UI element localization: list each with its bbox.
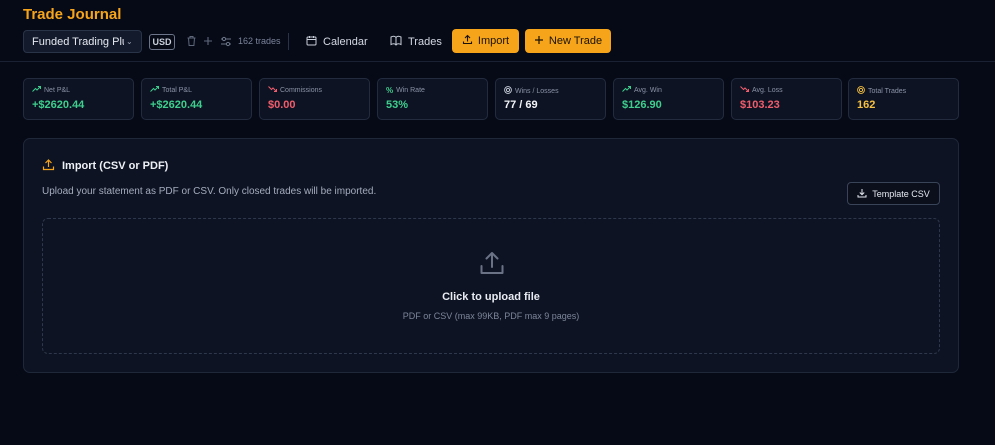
stat-label: Net P&L xyxy=(44,86,71,94)
nav-trades-label: Trades xyxy=(408,35,442,48)
trending-down-icon xyxy=(268,86,277,94)
account-select[interactable]: Funded Trading Plus ⌄ xyxy=(23,30,142,53)
app-title: Trade Journal xyxy=(23,6,122,23)
trending-down-icon xyxy=(740,86,749,94)
trash-icon[interactable] xyxy=(184,34,198,48)
stat-card-commissions: Commissions $0.00 xyxy=(259,78,370,120)
stat-label: Total Trades xyxy=(868,87,907,95)
stat-label: Total P&L xyxy=(162,86,192,94)
import-button-label: Import xyxy=(477,35,510,47)
new-trade-button[interactable]: New Trade xyxy=(525,29,611,53)
stat-card-wins-losses: Wins / Losses 77 / 69 xyxy=(495,78,606,120)
import-panel: Import (CSV or PDF) Upload your statemen… xyxy=(23,138,959,373)
stat-card-total-trades: Total Trades 162 xyxy=(848,78,959,120)
upload-icon xyxy=(42,158,55,174)
header-divider xyxy=(288,33,289,50)
stat-value: $103.23 xyxy=(740,99,780,111)
stat-label: Win Rate xyxy=(396,87,425,94)
upload-icon xyxy=(462,34,473,48)
stat-value: 77 / 69 xyxy=(504,99,538,111)
upload-icon xyxy=(479,250,505,276)
stat-label: Avg. Loss xyxy=(752,86,783,94)
plus-icon[interactable] xyxy=(201,34,215,48)
chevron-down-icon: ⌄ xyxy=(126,37,133,46)
target-icon xyxy=(504,86,512,96)
stat-label: Avg. Win xyxy=(634,86,662,94)
file-dropzone[interactable]: Click to upload file PDF or CSV (max 99K… xyxy=(42,218,940,354)
trade-count: 162 trades xyxy=(238,36,281,46)
book-icon xyxy=(390,35,402,49)
panel-description: Upload your statement as PDF or CSV. Onl… xyxy=(42,186,377,197)
template-csv-button[interactable]: Template CSV xyxy=(847,182,940,205)
stat-card-avg-win: Avg. Win $126.90 xyxy=(613,78,724,120)
stat-label: Commissions xyxy=(280,86,323,94)
stat-value: 162 xyxy=(857,99,876,111)
new-trade-button-label: New Trade xyxy=(548,35,603,47)
stat-card-total-pnl: Total P&L +$2620.44 xyxy=(141,78,252,120)
stat-value: 53% xyxy=(386,99,409,111)
currency-badge[interactable]: USD xyxy=(149,34,175,50)
sliders-icon[interactable] xyxy=(219,34,233,48)
trending-up-icon xyxy=(150,86,159,94)
stat-card-avg-loss: Avg. Loss $103.23 xyxy=(731,78,842,120)
dropzone-title: Click to upload file xyxy=(442,291,540,303)
dropzone-subtitle: PDF or CSV (max 99KB, PDF max 9 pages) xyxy=(402,311,580,321)
target-icon xyxy=(857,86,865,96)
download-icon xyxy=(857,188,867,200)
stat-card-win-rate: % Win Rate 53% xyxy=(377,78,488,120)
stat-value: $126.90 xyxy=(622,99,662,111)
nav-calendar-label: Calendar xyxy=(323,35,368,48)
stat-label: Wins / Losses xyxy=(515,87,559,95)
panel-title: Import (CSV or PDF) xyxy=(62,160,169,172)
percent-icon: % xyxy=(386,86,394,95)
calendar-icon xyxy=(306,35,317,49)
account-select-value: Funded Trading Plus xyxy=(32,35,124,48)
top-header: Trade Journal Funded Trading Plus ⌄ USD … xyxy=(0,0,995,62)
template-csv-label: Template CSV xyxy=(872,188,930,199)
trending-up-icon xyxy=(622,86,631,94)
trending-up-icon xyxy=(32,86,41,94)
stat-value: +$2620.44 xyxy=(32,99,85,111)
plus-icon xyxy=(534,35,544,48)
stat-value: $0.00 xyxy=(268,99,296,111)
stat-card-net-pnl: Net P&L +$2620.44 xyxy=(23,78,134,120)
stat-value: +$2620.44 xyxy=(150,99,203,111)
nav-calendar[interactable]: Calendar xyxy=(306,30,368,53)
nav-trades[interactable]: Trades xyxy=(390,30,442,53)
import-button[interactable]: Import xyxy=(452,29,519,53)
